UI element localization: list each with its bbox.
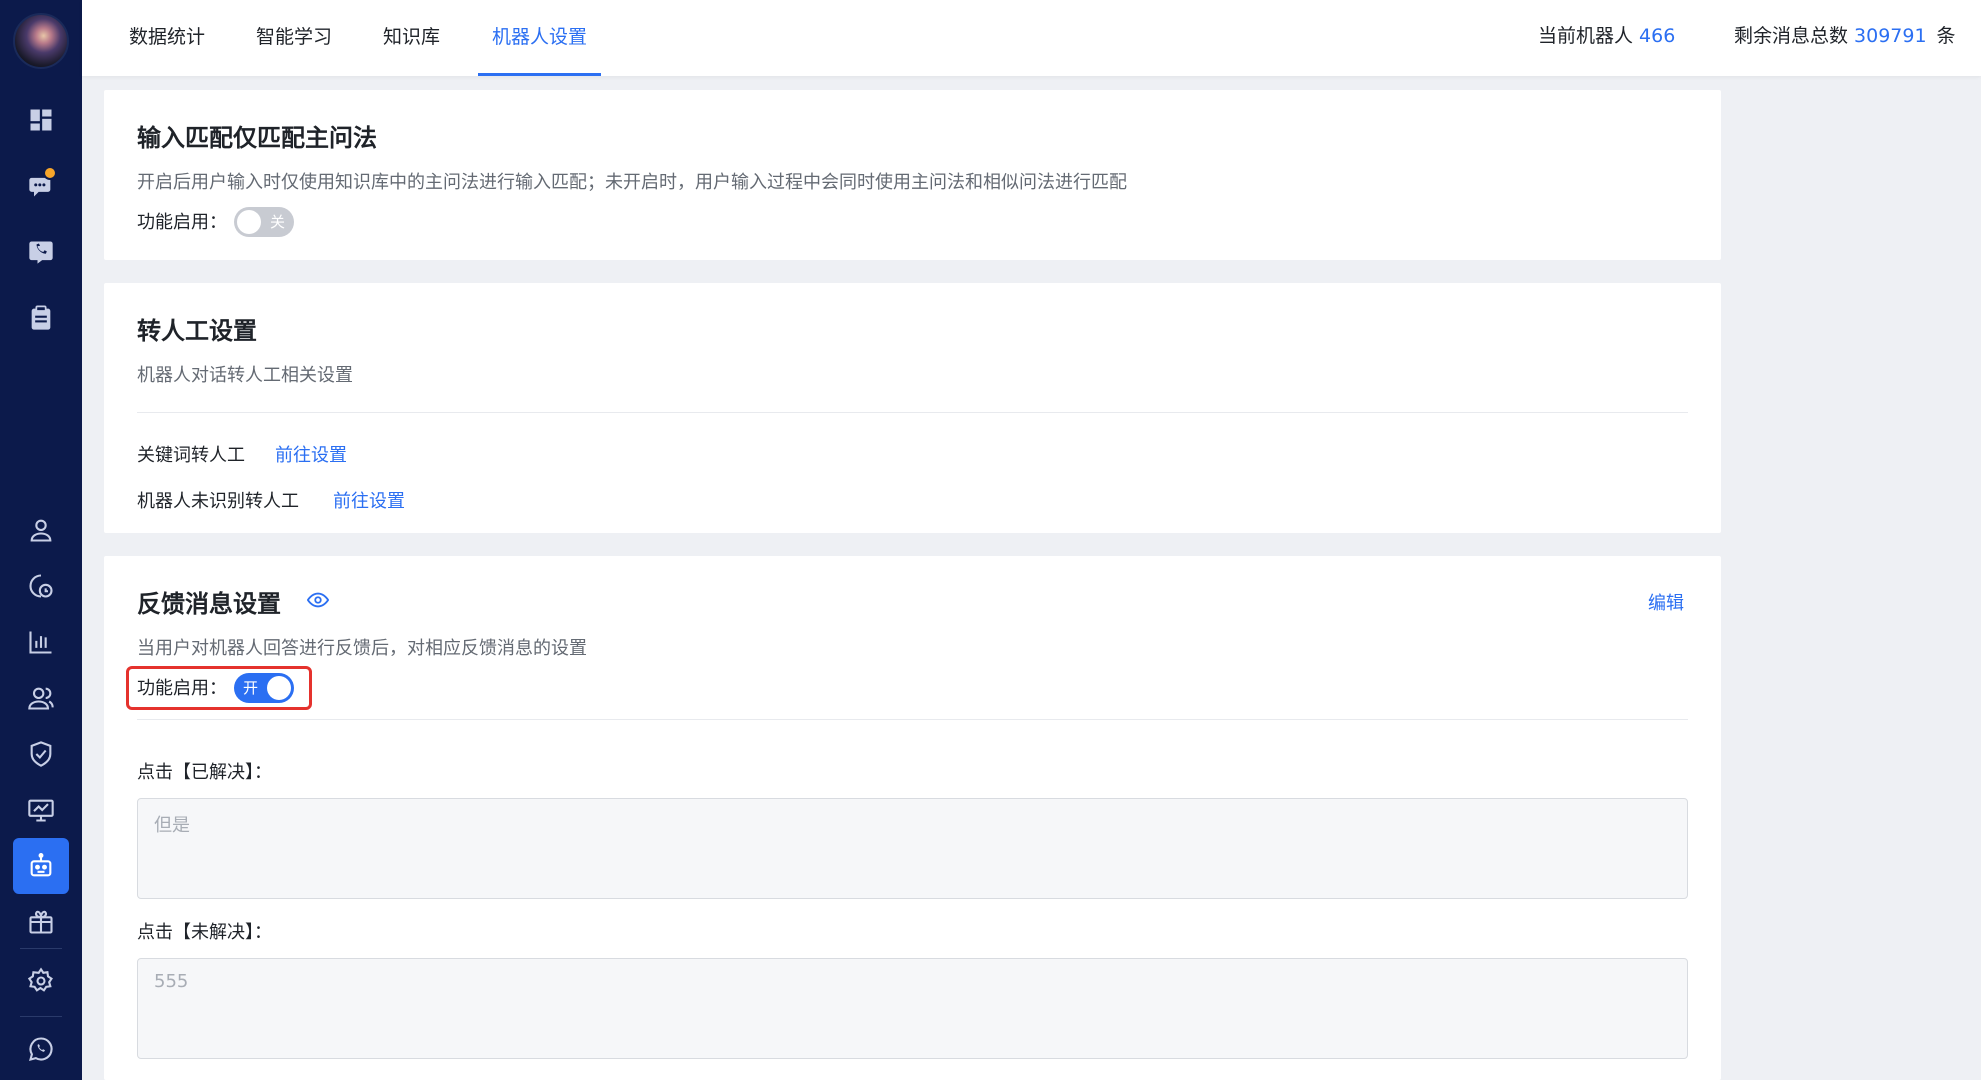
nav-divider: [20, 1016, 62, 1017]
keyword-transfer-link[interactable]: 前往设置: [275, 441, 347, 467]
edit-button[interactable]: 编辑: [1648, 589, 1684, 615]
notification-badge: [43, 166, 57, 180]
match-toggle[interactable]: 关: [234, 207, 294, 237]
unresolved-input[interactable]: 555: [137, 958, 1688, 1059]
resolved-label: 点击【已解决】：: [137, 762, 272, 783]
card-input-match: 输入匹配仅匹配主问法 开启后用户输入时仅使用知识库中的主问法进行输入匹配；未开启…: [104, 90, 1721, 260]
tab-smart-learning[interactable]: 智能学习: [242, 0, 346, 76]
tab-knowledge-base[interactable]: 知识库: [369, 0, 454, 76]
current-robot: 当前机器人 466: [1538, 0, 1675, 72]
divider: [137, 412, 1688, 413]
monitor-icon[interactable]: [13, 782, 69, 838]
enable-label: 功能启用：: [137, 212, 227, 233]
card-title: 反馈消息设置: [137, 590, 281, 618]
top-bar: 数据统计 智能学习 知识库 机器人设置 当前机器人 466 剩余消息总数 30979…: [82, 0, 1981, 76]
divider: [137, 719, 1688, 720]
card-description: 机器人对话转人工相关设置: [137, 365, 353, 386]
card-transfer-human: 转人工设置 机器人对话转人工相关设置 关键词转人工 前往设置 机器人未识别转人工…: [104, 283, 1721, 533]
toggle-knob: [237, 210, 261, 234]
toggle-knob: [267, 676, 291, 700]
remaining-messages-unit: 条: [1936, 25, 1956, 47]
resolved-input[interactable]: 但是: [137, 798, 1688, 899]
whatsapp-icon[interactable]: [13, 1021, 69, 1077]
toggle-text: 开: [243, 679, 259, 697]
remaining-messages: 剩余消息总数 309791 条: [1734, 0, 1956, 72]
card-feedback: 反馈消息设置 编辑 当用户对机器人回答进行反馈后，对相应反馈消息的设置 功能启用…: [104, 556, 1721, 1080]
card-title: 转人工设置: [137, 317, 257, 345]
user-icon[interactable]: [13, 502, 69, 558]
card-description: 开启后用户输入时仅使用知识库中的主问法进行输入匹配；未开启时，用户输入过程中会同…: [137, 172, 1127, 193]
keyword-transfer-label: 关键词转人工: [137, 445, 245, 466]
unrecognized-transfer-link[interactable]: 前往设置: [333, 487, 405, 513]
bar-chart-icon[interactable]: [13, 614, 69, 670]
card-description: 当用户对机器人回答进行反馈后，对相应反馈消息的设置: [137, 638, 587, 659]
clipboard-icon[interactable]: [13, 290, 69, 346]
gear-icon[interactable]: [13, 953, 69, 1009]
eye-icon[interactable]: [306, 589, 330, 615]
chat-icon[interactable]: [13, 158, 69, 214]
feedback-toggle[interactable]: 开: [234, 673, 294, 703]
tab-data-stats[interactable]: 数据统计: [115, 0, 219, 76]
enable-label: 功能启用：: [137, 678, 227, 699]
team-icon[interactable]: [13, 670, 69, 726]
current-robot-id: 466: [1639, 25, 1676, 47]
unresolved-label: 点击【未解决】：: [137, 922, 272, 943]
gift-icon[interactable]: [13, 894, 69, 950]
toggle-text: 关: [269, 213, 285, 231]
dashboard-icon[interactable]: [13, 92, 69, 148]
remaining-messages-label: 剩余消息总数: [1734, 25, 1849, 47]
current-robot-label: 当前机器人: [1538, 25, 1634, 47]
robot-icon[interactable]: [13, 838, 69, 894]
tab-robot-settings[interactable]: 机器人设置: [478, 0, 602, 76]
unrecognized-transfer-label: 机器人未识别转人工: [137, 491, 299, 512]
shield-icon[interactable]: [13, 726, 69, 782]
nav-divider: [20, 948, 62, 949]
chat-history-icon[interactable]: [13, 558, 69, 614]
sidebar: [0, 0, 82, 1080]
card-title: 输入匹配仅匹配主问法: [137, 124, 377, 152]
remaining-messages-count: 309791: [1854, 25, 1927, 47]
avatar[interactable]: [13, 13, 69, 69]
phone-chat-icon[interactable]: [13, 224, 69, 280]
